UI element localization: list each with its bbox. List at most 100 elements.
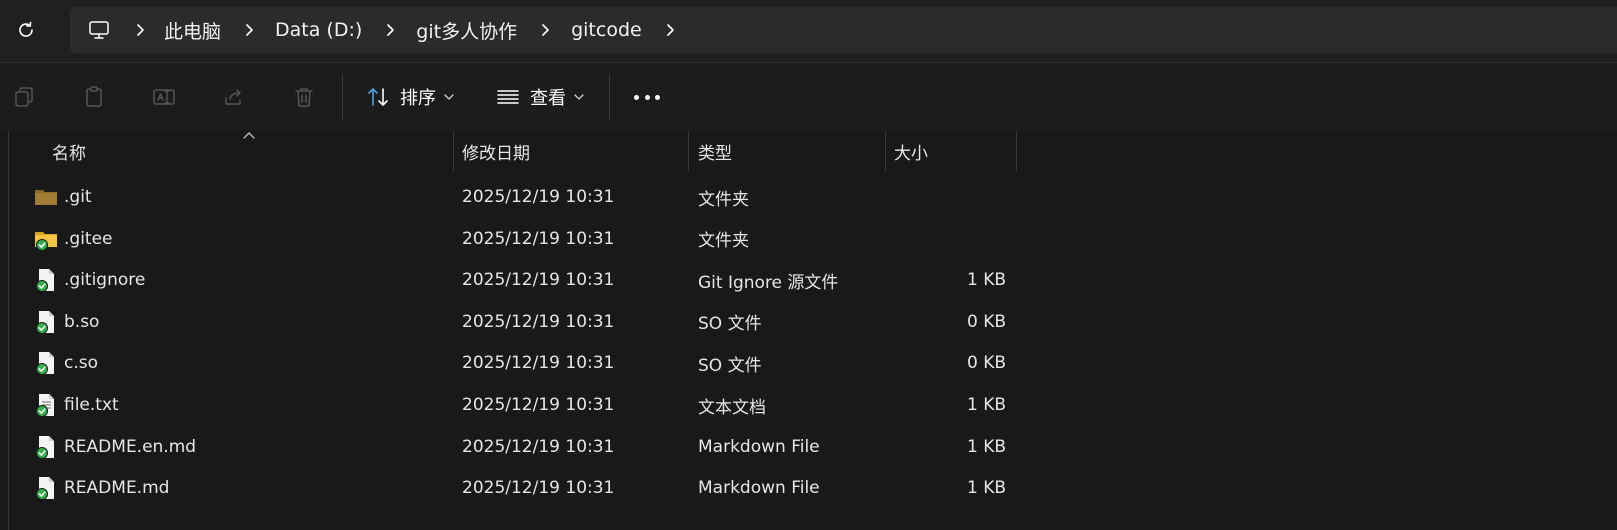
copy-icon — [15, 87, 33, 107]
file-row[interactable]: c.so 2025/12/19 10:31 SO 文件 0 KB — [20, 343, 1020, 383]
file-name: README.md — [64, 478, 170, 499]
sort-arrows-icon — [368, 88, 388, 106]
chevron-right-icon — [246, 24, 253, 36]
command-bar: 排序 查看 — [0, 63, 1617, 131]
breadcrumb-item[interactable]: gitcode — [557, 7, 658, 53]
toolbar-separator — [342, 75, 343, 121]
file-size: 1 KB — [966, 395, 1006, 415]
file-modified: 2025/12/19 10:31 — [462, 478, 615, 499]
column-header-row: 名称 修改日期 类型 大小 — [0, 131, 1617, 171]
folder-synced-icon — [34, 227, 58, 251]
delete-button[interactable] — [290, 83, 318, 111]
file-modified: 2025/12/19 10:31 — [462, 270, 615, 291]
trash-icon — [295, 88, 313, 107]
file-row[interactable]: b.so 2025/12/19 10:31 SO 文件 0 KB — [20, 302, 1020, 342]
file-modified: 2025/12/19 10:31 — [462, 311, 615, 332]
file-synced-icon — [34, 310, 58, 334]
pane-edge — [8, 131, 9, 530]
file-size: 1 KB — [966, 478, 1006, 499]
file-type: Git Ignore 源文件 — [698, 272, 839, 293]
toolbar-separator — [609, 75, 610, 121]
file-row[interactable]: README.en.md 2025/12/19 10:31 Markdown Fil… — [20, 427, 1020, 467]
address-bar: 此电脑 Data (D:) git多人协作 gitcode — [0, 0, 1617, 62]
column-header-modified[interactable]: 修改日期 — [462, 131, 682, 171]
folder-dark-icon — [34, 185, 58, 209]
clipboard-icon — [86, 86, 102, 107]
copy-button[interactable] — [10, 83, 38, 111]
text-file-synced-icon — [34, 393, 58, 417]
column-header-name[interactable]: 名称 — [52, 131, 452, 171]
column-header-type[interactable]: 类型 — [698, 131, 878, 171]
more-dots-icon — [644, 94, 650, 100]
file-name: file.txt — [64, 395, 119, 415]
file-modified: 2025/12/19 10:31 — [462, 395, 615, 415]
file-modified: 2025/12/19 10:31 — [462, 187, 615, 207]
file-type: 文件夹 — [698, 231, 749, 252]
monitor-icon — [89, 21, 109, 39]
view-list-icon — [497, 90, 519, 104]
column-resize-handle[interactable] — [453, 131, 454, 171]
breadcrumb-item[interactable]: git多人协作 — [402, 7, 533, 53]
rename-icon — [153, 89, 175, 105]
breadcrumb-chevron-button[interactable] — [128, 7, 152, 53]
file-type: Markdown File — [698, 478, 820, 499]
file-name: README.en.md — [64, 436, 197, 457]
view-button[interactable]: 查看 — [496, 77, 584, 117]
more-options-button[interactable] — [630, 85, 664, 109]
chevron-right-icon — [387, 24, 395, 36]
file-type: Markdown File — [698, 436, 820, 457]
file-type: SO 文件 — [698, 314, 762, 335]
this-pc-crumb[interactable] — [70, 7, 128, 53]
sort-button[interactable]: 排序 — [366, 77, 454, 117]
breadcrumb[interactable]: 此电脑 Data (D:) git多人协作 gitcode — [70, 7, 1617, 53]
file-row[interactable]: .gitee 2025/12/19 10:31 文件夹 — [20, 219, 1020, 259]
chevron-right-icon — [137, 24, 144, 36]
file-type: SO 文件 — [698, 355, 762, 376]
chevron-right-icon — [666, 24, 674, 36]
column-resize-handle[interactable] — [885, 131, 886, 171]
rename-button[interactable] — [150, 83, 178, 111]
breadcrumb-item[interactable]: Data (D:) — [261, 7, 378, 53]
column-header-size[interactable]: 大小 — [894, 131, 1014, 171]
file-name: .gitee — [64, 228, 113, 249]
file-modified: 2025/12/19 10:31 — [462, 436, 615, 457]
share-button[interactable] — [220, 83, 248, 111]
paste-button[interactable] — [80, 83, 108, 111]
breadcrumb-chevron-button[interactable] — [533, 7, 557, 53]
file-name: c.so — [64, 353, 99, 374]
file-type: 文件夹 — [698, 189, 749, 210]
file-size: 1 KB — [966, 436, 1006, 457]
file-synced-icon — [34, 476, 58, 501]
file-list: 名称 修改日期 类型 大小 .git 2025/12/19 10:31 文件夹 .gi… — [0, 131, 1617, 530]
file-size — [886, 177, 1006, 217]
column-resize-handle[interactable] — [688, 131, 689, 171]
breadcrumb-chevron-button[interactable] — [237, 7, 261, 53]
breadcrumb-chevron-button[interactable] — [378, 7, 402, 53]
chevron-down-icon — [444, 94, 454, 100]
file-synced-icon — [34, 268, 58, 293]
file-synced-icon — [34, 435, 58, 459]
share-icon — [225, 89, 241, 105]
file-size: 1 KB — [966, 270, 1006, 291]
file-row[interactable]: README.md 2025/12/19 10:31 Markdown File 1 … — [20, 468, 1020, 508]
refresh-icon — [19, 21, 33, 37]
refresh-button[interactable] — [10, 14, 42, 46]
file-size — [886, 219, 1006, 259]
file-synced-icon — [34, 351, 58, 376]
file-row[interactable]: .git 2025/12/19 10:31 文件夹 — [20, 177, 1020, 217]
column-resize-handle[interactable] — [1016, 131, 1017, 171]
view-label: 查看 — [530, 88, 566, 109]
chevron-down-icon — [574, 94, 584, 100]
chevron-right-icon — [542, 24, 549, 36]
more-dots-icon — [634, 94, 639, 100]
file-row[interactable]: .gitignore 2025/12/19 10:31 Git Ignore 源文件… — [20, 260, 1020, 300]
file-type: 文本文档 — [698, 397, 766, 418]
sort-label: 排序 — [400, 88, 436, 109]
file-row[interactable]: file.txt 2025/12/19 10:31 文本文档 1 KB — [20, 385, 1020, 425]
file-name: b.so — [64, 311, 100, 332]
breadcrumb-chevron-button[interactable] — [658, 7, 682, 53]
file-modified: 2025/12/19 10:31 — [462, 353, 615, 374]
file-modified: 2025/12/19 10:31 — [462, 228, 615, 249]
file-name: .git — [64, 187, 92, 207]
breadcrumb-item[interactable]: 此电脑 — [152, 7, 237, 53]
